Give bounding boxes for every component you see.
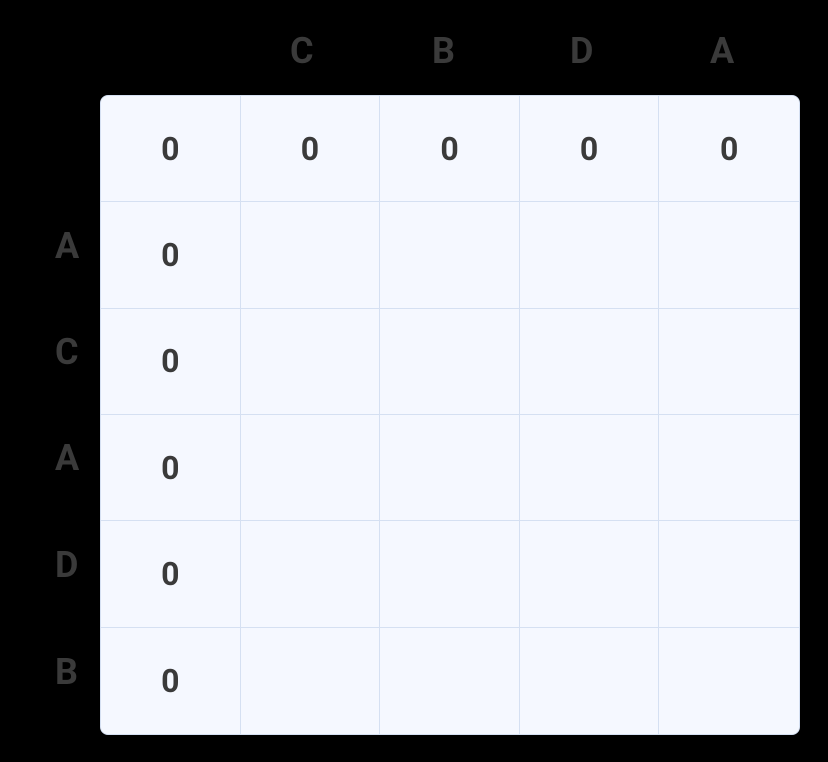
col-header-1: B bbox=[432, 30, 455, 72]
grid-table: 0 0 0 0 0 0 0 0 0 0 bbox=[100, 95, 800, 735]
col-header-3: A bbox=[710, 30, 734, 72]
cell-0-1: 0 bbox=[241, 96, 381, 202]
cell-1-1 bbox=[241, 202, 381, 308]
cell-4-4 bbox=[659, 521, 799, 627]
cell-2-0: 0 bbox=[101, 309, 241, 415]
cell-2-1 bbox=[241, 309, 381, 415]
cell-0-4: 0 bbox=[659, 96, 799, 202]
cell-4-1 bbox=[241, 521, 381, 627]
cell-0-2: 0 bbox=[380, 96, 520, 202]
cell-4-2 bbox=[380, 521, 520, 627]
cell-5-0: 0 bbox=[101, 628, 241, 734]
cell-3-3 bbox=[520, 415, 660, 521]
row-header-0: A bbox=[55, 225, 79, 267]
cell-5-2 bbox=[380, 628, 520, 734]
cell-1-0: 0 bbox=[101, 202, 241, 308]
cell-2-2 bbox=[380, 309, 520, 415]
cell-2-3 bbox=[520, 309, 660, 415]
col-header-0: C bbox=[290, 30, 314, 72]
cell-1-2 bbox=[380, 202, 520, 308]
cell-1-4 bbox=[659, 202, 799, 308]
cell-5-1 bbox=[241, 628, 381, 734]
row-header-3: D bbox=[55, 544, 78, 586]
cell-5-3 bbox=[520, 628, 660, 734]
row-header-2: A bbox=[55, 437, 79, 479]
dp-table-diagram: C B D A A C A D B 0 0 0 0 0 0 0 0 0 bbox=[0, 0, 828, 762]
cell-4-0: 0 bbox=[101, 521, 241, 627]
cell-3-1 bbox=[241, 415, 381, 521]
cell-5-4 bbox=[659, 628, 799, 734]
cell-1-3 bbox=[520, 202, 660, 308]
row-header-1: C bbox=[55, 331, 79, 373]
cell-3-4 bbox=[659, 415, 799, 521]
col-header-2: D bbox=[570, 30, 593, 72]
cell-0-0: 0 bbox=[101, 96, 241, 202]
cell-4-3 bbox=[520, 521, 660, 627]
cell-2-4 bbox=[659, 309, 799, 415]
cell-3-0: 0 bbox=[101, 415, 241, 521]
cell-3-2 bbox=[380, 415, 520, 521]
cell-0-3: 0 bbox=[520, 96, 660, 202]
row-header-4: B bbox=[55, 651, 78, 693]
